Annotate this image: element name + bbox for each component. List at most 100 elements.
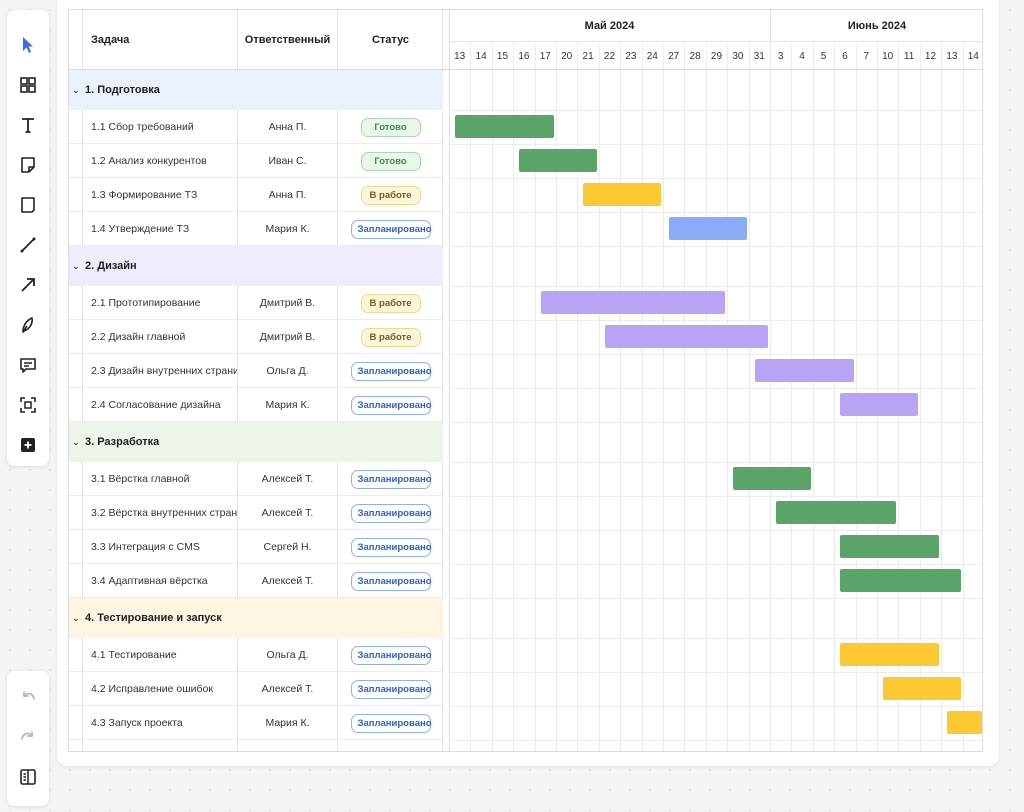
task-status-cell: Запланировано <box>338 530 443 564</box>
table-row[interactable]: 4.2 Исправление ошибок Алексей Т. Запланир… <box>69 672 443 706</box>
table-row[interactable]: 2.1 Прототипирование Дмитрий В. В работе <box>69 286 443 320</box>
gantt-bar[interactable] <box>604 325 768 348</box>
rectangle-tool[interactable] <box>12 189 44 221</box>
table-row[interactable]: 1.1 Сбор требований Анна П. Готово <box>69 110 443 144</box>
chevron-down-icon[interactable]: ⌄ <box>72 85 81 96</box>
table-row[interactable]: 4.1 Тестирование Ольга Д. Запланировано <box>69 638 443 672</box>
gantt-bar[interactable] <box>947 711 982 734</box>
row-gridline <box>449 212 982 213</box>
gantt-bar[interactable] <box>669 217 747 240</box>
pen-tool[interactable] <box>12 309 44 341</box>
arrow-tool[interactable] <box>12 269 44 301</box>
task-status-cell: Готово <box>338 110 443 144</box>
day-label: 29 <box>710 50 723 62</box>
status-badge[interactable]: Готово <box>360 117 421 137</box>
text-tool[interactable] <box>12 109 44 141</box>
task-name: 1.3 Формирование ТЗ <box>91 189 198 201</box>
day-label: 14 <box>475 50 487 62</box>
redo-button[interactable] <box>12 721 44 753</box>
gantt-bar[interactable] <box>455 115 554 138</box>
status-badge[interactable]: Запланировано <box>350 537 432 557</box>
frame-tool[interactable] <box>12 389 44 421</box>
grid-tool[interactable] <box>12 69 44 101</box>
table-row[interactable]: 2.4 Согласование дизайна Мария К. Запланир… <box>69 388 443 422</box>
table-row[interactable]: 4.3 Запуск проекта Мария К. Запланировано <box>69 706 443 740</box>
panel-toggle-button[interactable] <box>12 761 44 793</box>
cursor-icon <box>23 37 33 53</box>
day-label: 12 <box>924 50 937 62</box>
group-row[interactable]: ⌄ 1. Подготовка <box>69 70 443 110</box>
gantt-bar[interactable] <box>883 677 961 700</box>
group-row[interactable]: ⌄ 4. Тестирование и запуск <box>69 598 443 638</box>
task-name: 3.3 Интеграция с CMS <box>91 541 200 553</box>
row-gridline <box>449 422 982 423</box>
sticky-note-tool[interactable] <box>12 149 44 181</box>
gantt-bar[interactable] <box>840 643 940 666</box>
status-badge[interactable]: Запланировано <box>350 679 432 699</box>
header-task: Задача <box>91 33 130 46</box>
table-row[interactable]: 3.1 Вёрстка главной Алексей Т. Запланирова… <box>69 462 443 496</box>
left-toolbar <box>7 10 49 466</box>
gantt-bar[interactable] <box>519 149 597 172</box>
group-row[interactable]: ⌄ 2. Дизайн <box>69 246 443 286</box>
gantt-bar[interactable] <box>583 183 661 206</box>
status-badge[interactable]: В работе <box>360 327 421 347</box>
gantt-sheet: Задача Ответственный Статус ⌄ 1. Подготов… <box>57 0 999 766</box>
table-row[interactable]: 1.4 Утверждение ТЗ Мария К. Запланировано <box>69 212 443 246</box>
gantt-bar[interactable] <box>840 393 918 416</box>
table-row[interactable]: 2.2 Дизайн главной Дмитрий В. В работе <box>69 320 443 354</box>
day-label: 7 <box>863 50 870 62</box>
table-row[interactable]: 3.3 Интеграция с CMS Сергей Н. Запланирова… <box>69 530 443 564</box>
status-badge[interactable]: Запланировано <box>350 503 432 523</box>
table-row[interactable]: 3.4 Адаптивная вёрстка Алексей Т. Запланир… <box>69 564 443 598</box>
row-gridline <box>449 110 982 111</box>
status-badge[interactable]: В работе <box>360 293 421 313</box>
task-status-cell: Запланировано <box>338 354 443 388</box>
undo-button[interactable] <box>12 681 44 713</box>
day-label: 10 <box>882 50 894 62</box>
chevron-down-icon[interactable]: ⌄ <box>72 613 81 624</box>
day-gridline <box>941 43 943 751</box>
row-gridline <box>449 672 982 673</box>
gantt-bar[interactable] <box>840 535 940 558</box>
status-badge[interactable]: Запланировано <box>350 395 432 415</box>
day-label: 21 <box>582 50 594 62</box>
cursor-tool[interactable] <box>12 29 44 61</box>
group-row[interactable]: ⌄ 3. Разработка <box>69 422 443 462</box>
table-row[interactable]: 1.2 Анализ конкурентов Иван С. Готово <box>69 144 443 178</box>
status-badge[interactable]: Запланировано <box>350 219 432 239</box>
gantt-bar[interactable] <box>776 501 897 524</box>
status-badge[interactable]: Запланировано <box>350 469 432 489</box>
add-tool[interactable] <box>12 429 44 461</box>
group-title: 1. Подготовка <box>85 84 160 96</box>
gantt-bar[interactable] <box>754 359 854 382</box>
status-badge[interactable]: В работе <box>360 185 421 205</box>
row-gridline <box>449 564 982 565</box>
table-row[interactable]: 2.3 Дизайн внутренних страниц Ольга Д. Зап… <box>69 354 443 388</box>
day-label: 24 <box>646 50 658 62</box>
row-gridline <box>449 496 982 497</box>
pen-icon <box>22 317 33 333</box>
gantt-bar[interactable] <box>540 291 726 314</box>
chevron-down-icon[interactable]: ⌄ <box>72 261 81 272</box>
gantt-bar[interactable] <box>733 467 811 490</box>
task-status-cell: В работе <box>338 178 443 212</box>
row-gridline <box>449 354 982 355</box>
group-title: 3. Разработка <box>85 436 160 448</box>
gantt-bar[interactable] <box>840 569 961 592</box>
status-badge[interactable]: Запланировано <box>350 361 432 381</box>
table-row[interactable]: 3.2 Вёрстка внутренних страниц Алексей Т.… <box>69 496 443 530</box>
status-badge[interactable]: Запланировано <box>350 645 432 665</box>
chevron-down-icon[interactable]: ⌄ <box>72 437 81 448</box>
task-status-cell: Запланировано <box>338 564 443 598</box>
table-row[interactable]: 1.3 Формирование ТЗ Анна П. В работе <box>69 178 443 212</box>
line-tool[interactable] <box>12 229 44 261</box>
comment-tool[interactable] <box>12 349 44 381</box>
status-badge[interactable]: Готово <box>360 151 421 171</box>
status-badge[interactable]: Запланировано <box>350 713 432 733</box>
day-gridline <box>705 43 707 751</box>
status-badge[interactable]: Запланировано <box>350 571 432 591</box>
month-header: Май 2024 <box>449 10 770 42</box>
header-owner: Ответственный <box>244 33 331 46</box>
row-gridline <box>449 388 982 389</box>
